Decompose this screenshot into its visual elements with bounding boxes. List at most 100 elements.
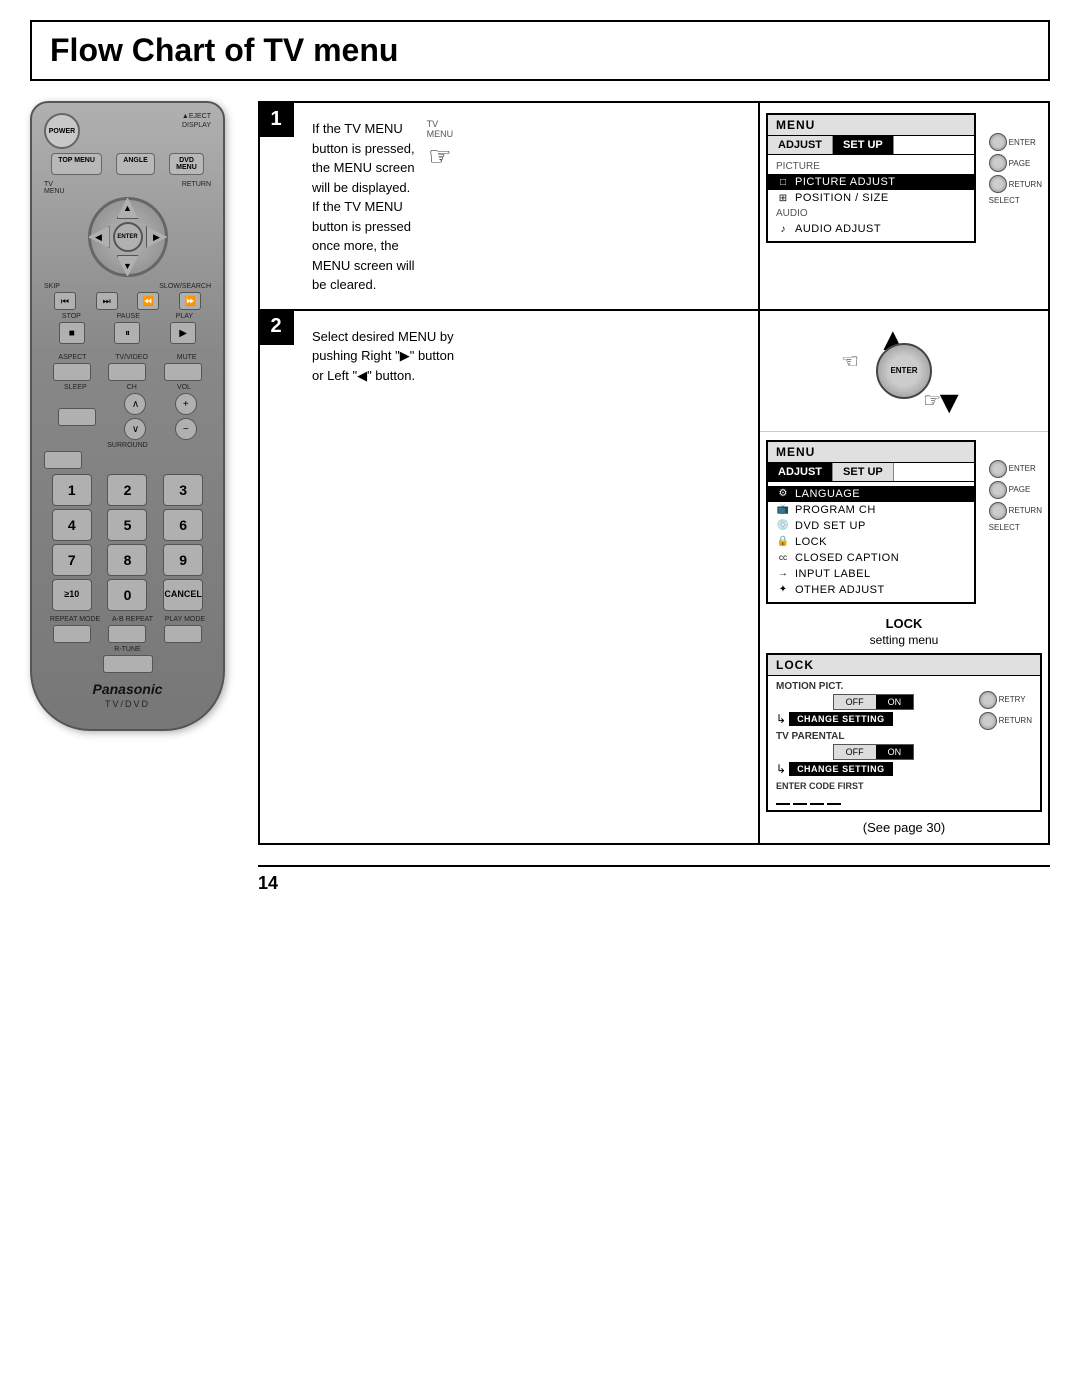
audio-adjust-item[interactable]: ♪ AUDIO ADJUST	[768, 221, 974, 237]
parental-off-button[interactable]: OFF	[833, 744, 876, 760]
nav-labels-top: TV MENU RETURN	[44, 181, 211, 195]
num-2-label: 2	[124, 482, 132, 498]
page-nav2-circle[interactable]	[989, 481, 1007, 499]
menu-adjust-wrapper: MENU ADJUST SET UP	[760, 103, 1048, 309]
play-button[interactable]: ▶	[170, 322, 196, 344]
parental-on-button[interactable]: ON	[876, 744, 915, 760]
rewind-button[interactable]: ⏪	[137, 292, 159, 310]
ab-repeat-button[interactable]	[108, 625, 146, 643]
ch-down-button[interactable]: ∨	[124, 418, 146, 440]
enter-nav-circle[interactable]	[989, 133, 1007, 151]
program-ch-item[interactable]: 📺 PROGRAM CH	[768, 502, 974, 518]
lock-screen-body: MOTION PICT. OFF ON	[768, 676, 1040, 810]
setup-setup-tab[interactable]: SET UP	[833, 463, 894, 481]
vol-up-button[interactable]: +	[175, 393, 197, 415]
position-size-item[interactable]: ⊞ POSITION / SIZE	[768, 190, 974, 206]
code-dash-2	[793, 793, 807, 805]
return-nav-item: RETURN	[989, 175, 1042, 193]
program-ch-label: PROGRAM CH	[795, 504, 876, 516]
surround-button[interactable]	[44, 451, 82, 469]
aspect-button[interactable]	[53, 363, 91, 381]
num-8-button[interactable]: 8	[107, 544, 147, 576]
cancel-button[interactable]: CANCEL	[163, 579, 203, 611]
select-nav-label: SELECT	[989, 196, 1020, 205]
return-nav2-item: RETURN	[989, 502, 1042, 520]
dvd-menu-button[interactable]: DVD MENU	[169, 153, 204, 175]
stop-play-row: ■ ⏸ ▶	[44, 322, 211, 344]
enter-button[interactable]: ENTER	[113, 222, 143, 252]
surround-label-text: SURROUND	[107, 442, 147, 449]
pause-button[interactable]: ⏸	[114, 322, 140, 344]
page-nav-circle[interactable]	[989, 154, 1007, 172]
dvd-setup-item[interactable]: 💿 DVD SET UP	[768, 518, 974, 534]
return-nav-circle[interactable]	[989, 175, 1007, 193]
ch-buttons: ∧ ∨	[124, 393, 146, 440]
stop-label: STOP	[62, 313, 81, 320]
parental-change-button[interactable]: CHANGE SETTING	[789, 762, 893, 776]
ge10-button[interactable]: ≥10	[52, 579, 92, 611]
ab-repeat-label: A-B REPEAT	[112, 616, 153, 623]
num-1-button[interactable]: 1	[52, 474, 92, 506]
ch-up-button[interactable]: ∧	[124, 393, 146, 415]
language-item[interactable]: ⚙ LANGUAGE	[768, 486, 974, 502]
menu-adjust-nav-panel: ENTER PAGE RETURN SELECT	[983, 113, 1042, 205]
lock-return-circle[interactable]	[979, 712, 997, 730]
menu-setup-wrapper: MENU ADJUST SET UP	[766, 440, 1042, 604]
lock-item[interactable]: 🔒 LOCK	[768, 534, 974, 550]
setup-adjust-tab[interactable]: ADJUST	[768, 463, 833, 481]
rtune-button[interactable]	[103, 655, 153, 673]
stop-play-labels: STOP PAUSE PLAY	[44, 313, 211, 320]
step2-inner: Select desired MENU by pushing Right "▶"…	[312, 327, 744, 386]
other-adjust-item[interactable]: ✦ OTHER ADJUST	[768, 582, 974, 598]
picture-adjust-item[interactable]: □ PICTURE ADJUST	[768, 174, 974, 190]
motion-off-button[interactable]: OFF	[833, 694, 876, 710]
enter-nav2-circle[interactable]	[989, 460, 1007, 478]
setup-tab-label: SET UP	[843, 139, 883, 151]
step1-line5: If the TV MENU	[312, 197, 415, 217]
num-3-button[interactable]: 3	[163, 474, 203, 506]
mute-button[interactable]	[164, 363, 202, 381]
play-label: PLAY	[176, 313, 193, 320]
brand-logo: Panasonic	[44, 681, 211, 697]
power-button[interactable]: POWER	[44, 113, 80, 149]
motion-change-button[interactable]: CHANGE SETTING	[789, 712, 893, 726]
lock-retry-circle[interactable]	[979, 691, 997, 709]
adjust-tab[interactable]: ADJUST	[768, 136, 833, 154]
num-0-button[interactable]: 0	[107, 579, 147, 611]
setup-tab[interactable]: SET UP	[833, 136, 894, 154]
top-menu-button[interactable]: TOP MENU	[51, 153, 102, 175]
rtune-btn-row	[44, 655, 211, 673]
motion-on-button[interactable]: ON	[876, 694, 915, 710]
audio-section-label: AUDIO	[768, 206, 974, 221]
ffwd-button[interactable]: ⏩	[179, 292, 201, 310]
enter-code-row: ENTER CODE FIRST	[776, 781, 971, 791]
picture-adjust-label: PICTURE ADJUST	[795, 176, 896, 188]
sleep-label: SLEEP	[64, 384, 87, 391]
num-7-button[interactable]: 7	[52, 544, 92, 576]
page-nav-label: PAGE	[1009, 159, 1031, 168]
next-button[interactable]: ⏭	[96, 292, 118, 310]
setup-adjust-label: ADJUST	[778, 466, 822, 478]
input-label-item[interactable]: → INPUT LABEL	[768, 566, 974, 582]
num-6-button[interactable]: 6	[163, 509, 203, 541]
enter-nav2-item: ENTER	[989, 460, 1042, 478]
num-2-button[interactable]: 2	[107, 474, 147, 506]
title-box: Flow Chart of TV menu	[30, 20, 1050, 81]
return-nav2-circle[interactable]	[989, 502, 1007, 520]
num-4-button[interactable]: 4	[52, 509, 92, 541]
code-dashes	[776, 793, 971, 805]
step1-content: If the TV MENU button is pressed, the ME…	[312, 119, 744, 295]
num-5-button[interactable]: 5	[107, 509, 147, 541]
num-9-button[interactable]: 9	[163, 544, 203, 576]
menu-setup-body: ⚙ LANGUAGE 📺 PROGRAM CH 💿	[768, 482, 974, 602]
play-mode-button[interactable]	[164, 625, 202, 643]
vol-down-button[interactable]: −	[175, 418, 197, 440]
repeat-mode-button[interactable]	[53, 625, 91, 643]
tv-video-button[interactable]	[108, 363, 146, 381]
stop-button[interactable]: ■	[59, 322, 85, 344]
step1-line6: button is pressed	[312, 217, 415, 237]
angle-button[interactable]: ANGLE	[116, 153, 155, 175]
prev-button[interactable]: ⏮	[54, 292, 76, 310]
sleep-button[interactable]	[58, 408, 96, 426]
closed-caption-item[interactable]: cc CLOSED CAPTION	[768, 550, 974, 566]
